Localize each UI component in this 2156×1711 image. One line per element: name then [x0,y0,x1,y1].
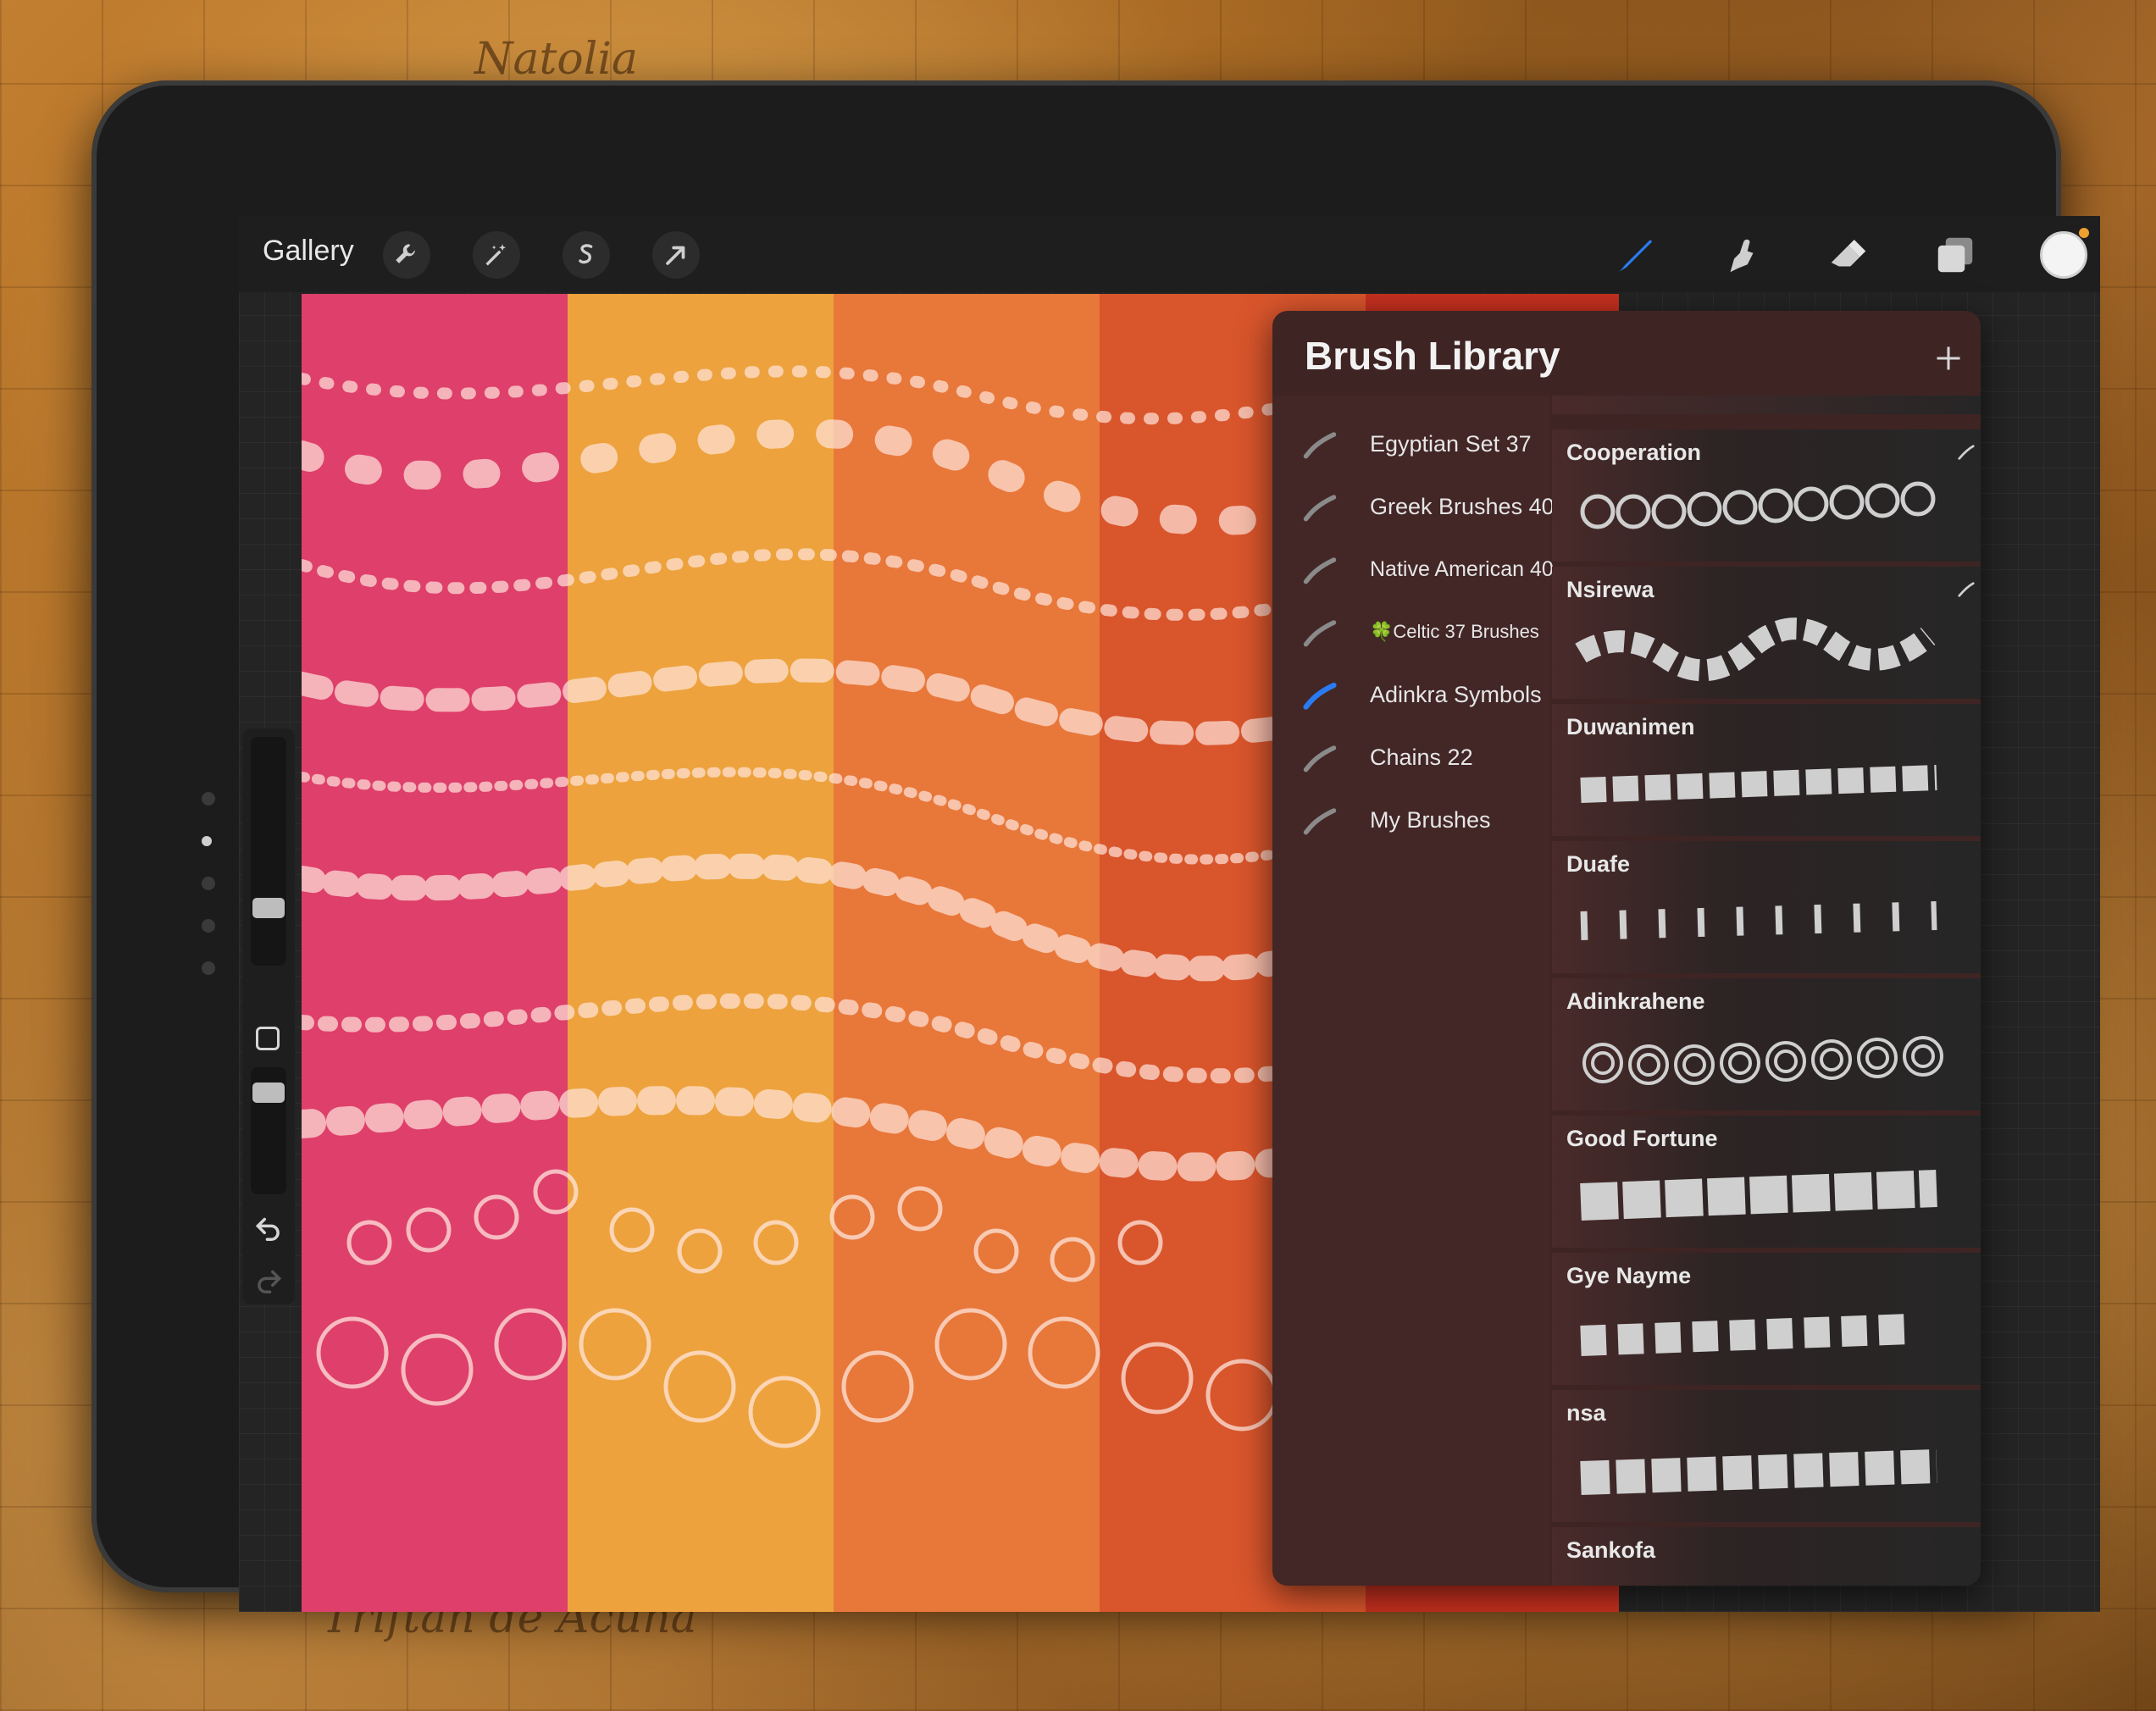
brush-size-knob[interactable] [252,898,285,918]
ipad-frame: Gallery Brush Library Egyptian Set 37 Gr… [91,80,2100,1612]
procreate-screen: Gallery Brush Library Egyptian Set 37 Gr… [239,216,2100,1612]
brush-type-icon [1958,582,1975,597]
brush-stroke-preview [1580,1314,1912,1356]
redo-icon[interactable] [252,1264,285,1296]
brush-card[interactable]: Adinkrahene [1552,978,1981,1110]
brush-set-icon [1303,557,1337,584]
brush-set-item[interactable]: Greek Brushes 40 [1272,475,1555,538]
brush-card[interactable]: Sankofa [1552,1527,1981,1586]
brush-set-item[interactable]: My Brushes [1272,789,1550,851]
brush-set-item[interactable]: 🍀Celtic 37 Brushes [1272,601,1550,663]
brush-card[interactable]: Cooperation [1552,429,1981,562]
brush-card[interactable]: Duwanimen [1552,704,1981,836]
page-dot [202,877,215,890]
brush-card-partial [1552,396,1981,414]
brush-set-icon [1303,495,1337,522]
brush-card[interactable]: nsa [1552,1390,1981,1522]
brush-name: Nsirewa [1566,577,1654,602]
brush-name: Gye Nayme [1566,1263,1692,1288]
brush-library-panel: Brush Library Egyptian Set 37 Greek Brus… [1272,311,1981,1586]
brush-stroke-preview [1580,765,1937,803]
brush-set-label: Chains 22 [1370,744,1473,770]
brush-name: Cooperation [1566,440,1701,465]
brush-name: Duwanimen [1566,714,1695,739]
brush-card[interactable]: Gye Nayme [1552,1253,1981,1385]
smudge-icon[interactable] [1715,228,1769,282]
brush-stroke-preview [1580,901,1937,940]
gallery-button[interactable]: Gallery [263,235,354,268]
brush-set-label: 🍀Celtic 37 Brushes [1370,621,1539,642]
brush-set-icon [1303,432,1337,459]
layers-icon[interactable] [1928,228,1982,282]
brush-set-icon [1303,745,1337,772]
side-slider-panel [242,728,295,1304]
brush-stroke-preview [1575,617,1936,682]
plus-icon[interactable] [1933,343,1964,374]
opacity-knob[interactable] [252,1083,285,1103]
selection-icon[interactable] [563,231,610,279]
brush-stroke-preview [1580,481,1936,529]
brush-set-item[interactable]: Native American 40 [1272,538,1554,601]
page-dot-active [202,836,212,846]
brush-sets-list: Egyptian Set 37 Greek Brushes 40 Native … [1272,396,1555,1586]
eraser-icon[interactable] [1821,228,1876,282]
brush-set-icon [1303,620,1337,647]
notification-dot [2079,228,2089,238]
wrench-icon[interactable] [383,231,430,279]
brush-name: Adinkrahene [1566,988,1705,1014]
brush-type-icon [1958,445,1975,460]
brush-set-icon [1303,808,1337,835]
brush-set-item[interactable]: Egyptian Set 37 [1272,413,1550,475]
map-decoration: Natolia [474,34,638,85]
brush-set-label: Native American 40 [1370,556,1554,581]
page-dot [202,919,215,933]
brush-name: Duafe [1566,851,1631,877]
brush-library-title: Brush Library [1305,334,1560,378]
brush-set-icon [1303,682,1337,710]
brush-name: Sankofa [1566,1537,1656,1563]
page-dot [202,792,215,806]
brush-set-label: My Brushes [1370,806,1491,833]
brush-name: nsa [1566,1400,1606,1426]
brush-set-item[interactable]: Chains 22 [1272,726,1550,789]
brush-set-item-selected[interactable]: Adinkra Symbols [1272,663,1550,726]
transform-arrow-icon[interactable] [652,231,700,279]
magic-wand-icon[interactable] [473,231,520,279]
brush-stroke-preview [1580,1170,1937,1221]
brush-set-label: Greek Brushes 40 [1370,493,1555,519]
brush-set-label: Adinkra Symbols [1370,681,1542,707]
brush-stroke-preview [1580,1449,1937,1495]
brush-card[interactable]: Good Fortune [1552,1116,1981,1248]
brushes-list: Cooperation Nsirewa Duwanimen Duafe Adin… [1550,396,1981,1586]
brush-stroke-preview [1582,1036,1943,1085]
brush-name: Good Fortune [1566,1126,1718,1151]
brush-icon[interactable] [1608,228,1662,282]
brush-card[interactable]: Duafe [1552,841,1981,973]
eyedropper-square[interactable] [256,1027,280,1050]
top-toolbar: Gallery [239,216,2100,292]
brush-card[interactable]: Nsirewa [1552,567,1981,699]
brush-size-slider[interactable] [251,737,286,966]
opacity-slider[interactable] [251,1067,286,1194]
undo-icon[interactable] [252,1211,285,1243]
brush-set-label: Egyptian Set 37 [1370,430,1532,457]
color-swatch[interactable] [2040,231,2087,279]
page-dot [202,961,215,975]
